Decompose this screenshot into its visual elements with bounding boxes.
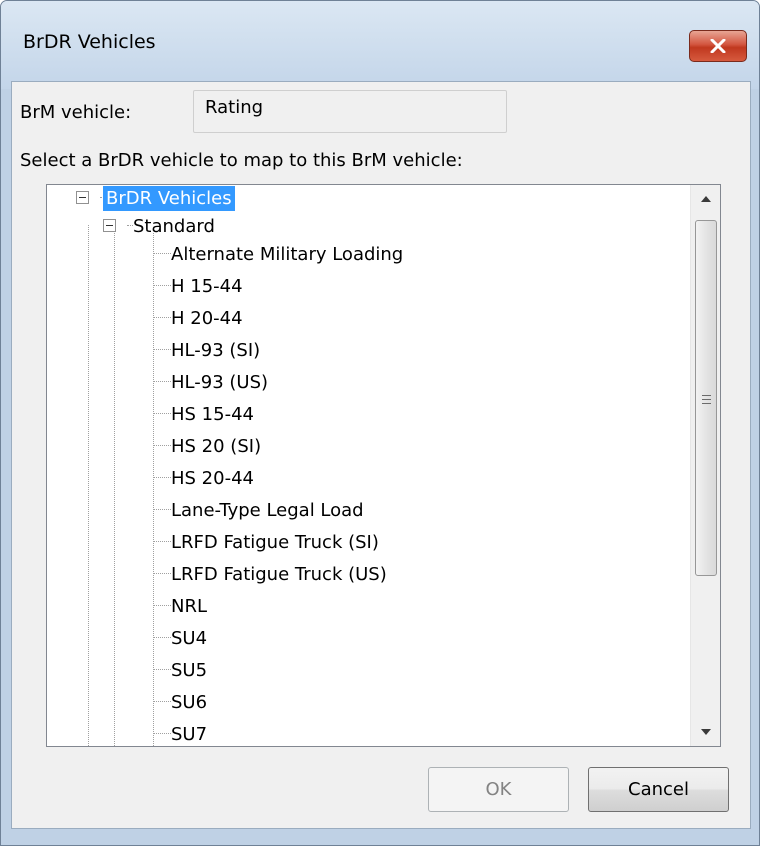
collapse-standard-icon[interactable] <box>103 219 116 232</box>
tree-item-label: NRL <box>171 595 207 617</box>
tree-item-label: HS 20 (SI) <box>171 435 262 457</box>
scroll-up-icon <box>701 196 711 202</box>
collapse-root-icon[interactable] <box>76 191 89 204</box>
tree-item[interactable]: HL-93 (SI) <box>168 335 263 365</box>
tree-root-node[interactable]: BrDR Vehicles <box>103 185 235 213</box>
tree-item[interactable]: NRL <box>168 591 210 621</box>
tree-group-label: Standard <box>133 215 215 237</box>
tree-item[interactable]: H 15-44 <box>168 271 246 301</box>
tree-item[interactable]: HS 20 (SI) <box>168 431 264 461</box>
tree-item-label: HS 15-44 <box>171 403 254 425</box>
scroll-down-button[interactable] <box>691 718 720 746</box>
close-icon <box>710 39 726 53</box>
tree-root-label: BrDR Vehicles <box>103 185 235 211</box>
tree-item[interactable]: SU4 <box>168 623 210 653</box>
tree-item-label: HL-93 (SI) <box>171 339 261 361</box>
tree-item-label: SU5 <box>171 659 208 681</box>
dialog-window: BrDR Vehicles BrM vehicle: Rating Select… <box>0 0 760 846</box>
vehicle-tree[interactable]: BrDR Vehicles Standard Alternate Militar… <box>46 184 721 747</box>
tree-item[interactable]: HS 20-44 <box>168 463 257 493</box>
tree-item[interactable]: SU7 <box>168 719 210 746</box>
scrollbar-thumb[interactable] <box>695 220 717 576</box>
tree-item[interactable]: LRFD Fatigue Truck (SI) <box>168 527 382 557</box>
close-button[interactable] <box>689 30 747 62</box>
brm-vehicle-label: BrM vehicle: <box>20 102 132 123</box>
tree-group-standard[interactable]: Standard <box>130 211 218 241</box>
vertical-scrollbar[interactable] <box>690 185 720 746</box>
cancel-button[interactable]: Cancel <box>588 767 729 812</box>
tree-item-label: HL-93 (US) <box>171 371 269 393</box>
title-bar[interactable]: BrDR Vehicles <box>1 1 759 89</box>
scroll-down-icon <box>701 729 711 735</box>
tree-item[interactable]: SU6 <box>168 687 210 717</box>
brm-vehicle-field: Rating <box>193 90 507 133</box>
instruction-label: Select a BrDR vehicle to map to this BrM… <box>20 150 463 171</box>
tree-item-label: HS 20-44 <box>171 467 254 489</box>
tree-item-label: Alternate Military Loading <box>171 243 404 265</box>
tree-item[interactable]: SU5 <box>168 655 210 685</box>
tree-item[interactable]: H 20-44 <box>168 303 246 333</box>
tree-item-label: Lane-Type Legal Load <box>171 499 364 521</box>
tree-item-label: LRFD Fatigue Truck (SI) <box>171 531 379 553</box>
tree-item-label: SU7 <box>171 723 208 745</box>
tree-item[interactable]: Lane-Type Legal Load <box>168 495 367 525</box>
tree-item[interactable]: Alternate Military Loading <box>168 239 406 269</box>
ok-button[interactable]: OK <box>428 767 569 812</box>
tree-item-label: H 15-44 <box>171 275 243 297</box>
tree-item[interactable]: HL-93 (US) <box>168 367 271 397</box>
scroll-up-button[interactable] <box>691 185 720 213</box>
tree-item-label: SU6 <box>171 691 208 713</box>
tree-item[interactable]: LRFD Fatigue Truck (US) <box>168 559 390 589</box>
tree-item-label: LRFD Fatigue Truck (US) <box>171 563 387 585</box>
tree-item[interactable]: HS 15-44 <box>168 399 257 429</box>
tree-item-label: H 20-44 <box>171 307 243 329</box>
window-title: BrDR Vehicles <box>23 31 156 53</box>
tree-item-label: SU4 <box>171 627 208 649</box>
dialog-body: BrM vehicle: Rating Select a BrDR vehicl… <box>11 81 751 829</box>
